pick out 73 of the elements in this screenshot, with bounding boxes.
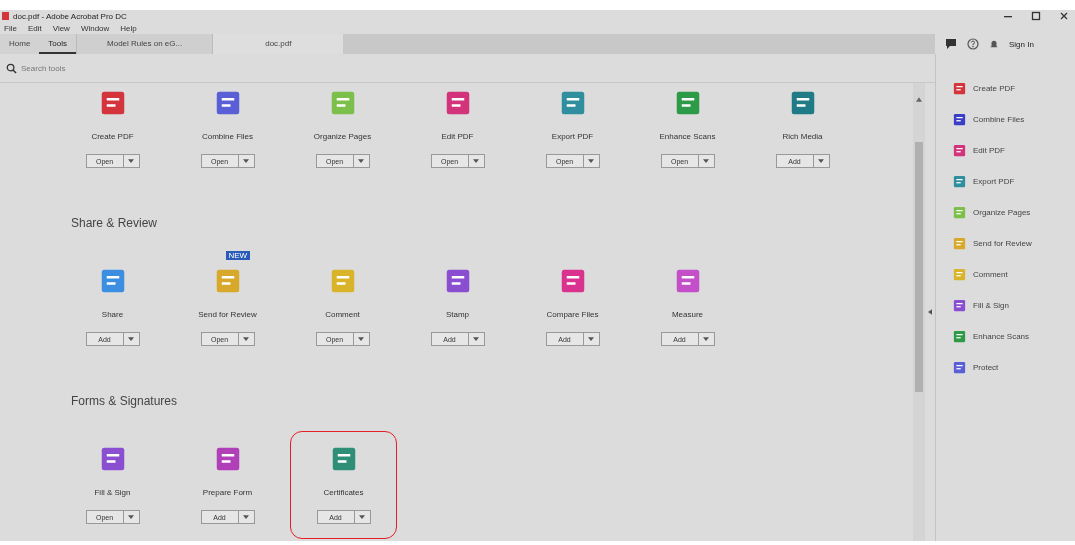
- caret-icon: [243, 159, 249, 163]
- scrollbar[interactable]: [913, 83, 925, 541]
- tool-label: Combine Files: [201, 132, 254, 142]
- sidebar-item[interactable]: Combine Files: [973, 115, 1025, 124]
- tool-icon[interactable]: [952, 143, 967, 158]
- tool-label: Comment: [325, 310, 360, 320]
- sidebar-item[interactable]: Protect: [973, 363, 999, 372]
- section-heading: Forms & Signatures: [71, 394, 178, 408]
- tool-label: Create PDF: [91, 132, 134, 142]
- tool-label: Rich Media: [782, 132, 823, 142]
- tool-icon[interactable]: [952, 298, 967, 313]
- caret-icon: [703, 159, 709, 163]
- scroll-thumb[interactable]: [915, 142, 923, 392]
- caret-icon: [588, 337, 594, 341]
- maximize-icon[interactable]: [1031, 11, 1041, 21]
- sidebar-item[interactable]: Comment: [973, 270, 1008, 279]
- menu-item[interactable]: Edit: [27, 23, 42, 33]
- sidebar-item[interactable]: Export PDF: [973, 177, 1015, 186]
- caret-icon: [473, 337, 479, 341]
- window-title: doc.pdf - Adobe Acrobat Pro DC: [13, 11, 127, 21]
- sidebar-item[interactable]: Send for Review: [973, 239, 1032, 248]
- help-icon[interactable]: [967, 38, 979, 50]
- tool-label: Edit PDF: [441, 132, 474, 142]
- menu-item[interactable]: View: [52, 23, 70, 33]
- app-icon: [2, 12, 9, 20]
- tool-label: Fill & Sign: [94, 488, 131, 498]
- caret-icon: [243, 515, 249, 519]
- caret-icon: [358, 337, 364, 341]
- tab[interactable]: Home: [0, 34, 40, 54]
- tool-icon[interactable]: [952, 360, 967, 375]
- menu-item[interactable]: Window: [80, 23, 110, 33]
- tool-label: Enhance Scans: [659, 132, 716, 142]
- tool-label: Certificates: [323, 488, 364, 498]
- tool-icon[interactable]: [952, 112, 967, 127]
- sidebar-item[interactable]: Organize Pages: [973, 208, 1031, 217]
- tab[interactable]: doc.pdf: [212, 34, 344, 54]
- scroll-up-icon[interactable]: [916, 97, 922, 102]
- caret-icon: [818, 159, 824, 163]
- caret-icon: [128, 159, 134, 163]
- search-field[interactable]: Search tools: [21, 63, 171, 73]
- caret-icon: [359, 515, 365, 519]
- sidebar-item[interactable]: Fill & Sign: [973, 301, 1009, 310]
- tool-label: Export PDF: [551, 132, 594, 142]
- caret-icon: [703, 337, 709, 341]
- tool-label: Compare Files: [546, 310, 599, 320]
- tool-label: Measure: [671, 310, 704, 320]
- bell-icon[interactable]: [989, 38, 999, 50]
- close-icon[interactable]: [1059, 11, 1069, 21]
- sign-in-link[interactable]: Sign In: [1009, 39, 1034, 49]
- caret-icon: [128, 515, 134, 519]
- caret-icon: [243, 337, 249, 341]
- caret-icon: [473, 159, 479, 163]
- sidebar-item[interactable]: Enhance Scans: [973, 332, 1030, 341]
- menu-item[interactable]: File: [4, 23, 17, 33]
- caret-icon: [588, 159, 594, 163]
- caret-icon: [128, 337, 134, 341]
- new-badge: NEW: [225, 251, 251, 260]
- sidebar-item[interactable]: Edit PDF: [973, 146, 1005, 155]
- section-heading: Share & Review: [71, 216, 158, 230]
- tool-label: Prepare Form: [202, 488, 253, 498]
- tool-icon[interactable]: [952, 329, 967, 344]
- collapse-icon[interactable]: [928, 309, 932, 315]
- tool-icon[interactable]: [952, 174, 967, 189]
- menu-item[interactable]: Help: [120, 23, 137, 33]
- tool-icon[interactable]: [952, 81, 967, 96]
- caret-icon: [358, 159, 364, 163]
- tool-label: Share: [101, 310, 124, 320]
- chat-icon[interactable]: [945, 38, 957, 50]
- sidebar-item[interactable]: Create PDF: [973, 84, 1016, 93]
- tool-label: Organize Pages: [313, 132, 372, 142]
- tool-label: Send for Review: [198, 310, 257, 320]
- search-icon: [6, 62, 17, 74]
- tool-label: Stamp: [445, 310, 470, 320]
